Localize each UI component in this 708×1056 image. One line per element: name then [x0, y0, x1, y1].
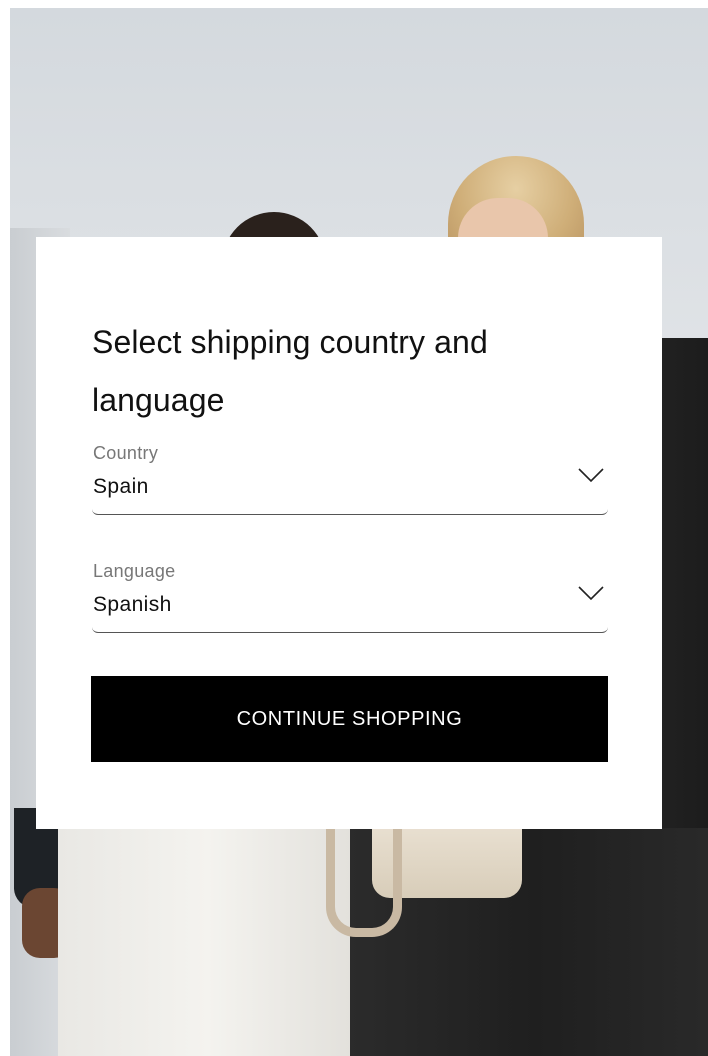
modal-title: Select shipping country and language — [92, 324, 488, 418]
country-value: Spain — [93, 475, 149, 498]
language-select[interactable]: Language Spanish — [92, 553, 608, 633]
chevron-down-icon[interactable] — [578, 467, 604, 483]
language-value: Spanish — [93, 593, 172, 616]
language-label: Language — [93, 561, 176, 581]
continue-shopping-button[interactable]: CONTINUE SHOPPING — [91, 676, 608, 762]
model-bag-strap — [326, 818, 402, 937]
model-pants-white — [58, 828, 358, 1056]
chevron-down-icon[interactable] — [578, 585, 604, 601]
country-label: Country — [93, 443, 159, 463]
country-select[interactable]: Country Spain — [92, 435, 608, 515]
shipping-country-modal: Select shipping country and language Cou… — [36, 237, 662, 829]
